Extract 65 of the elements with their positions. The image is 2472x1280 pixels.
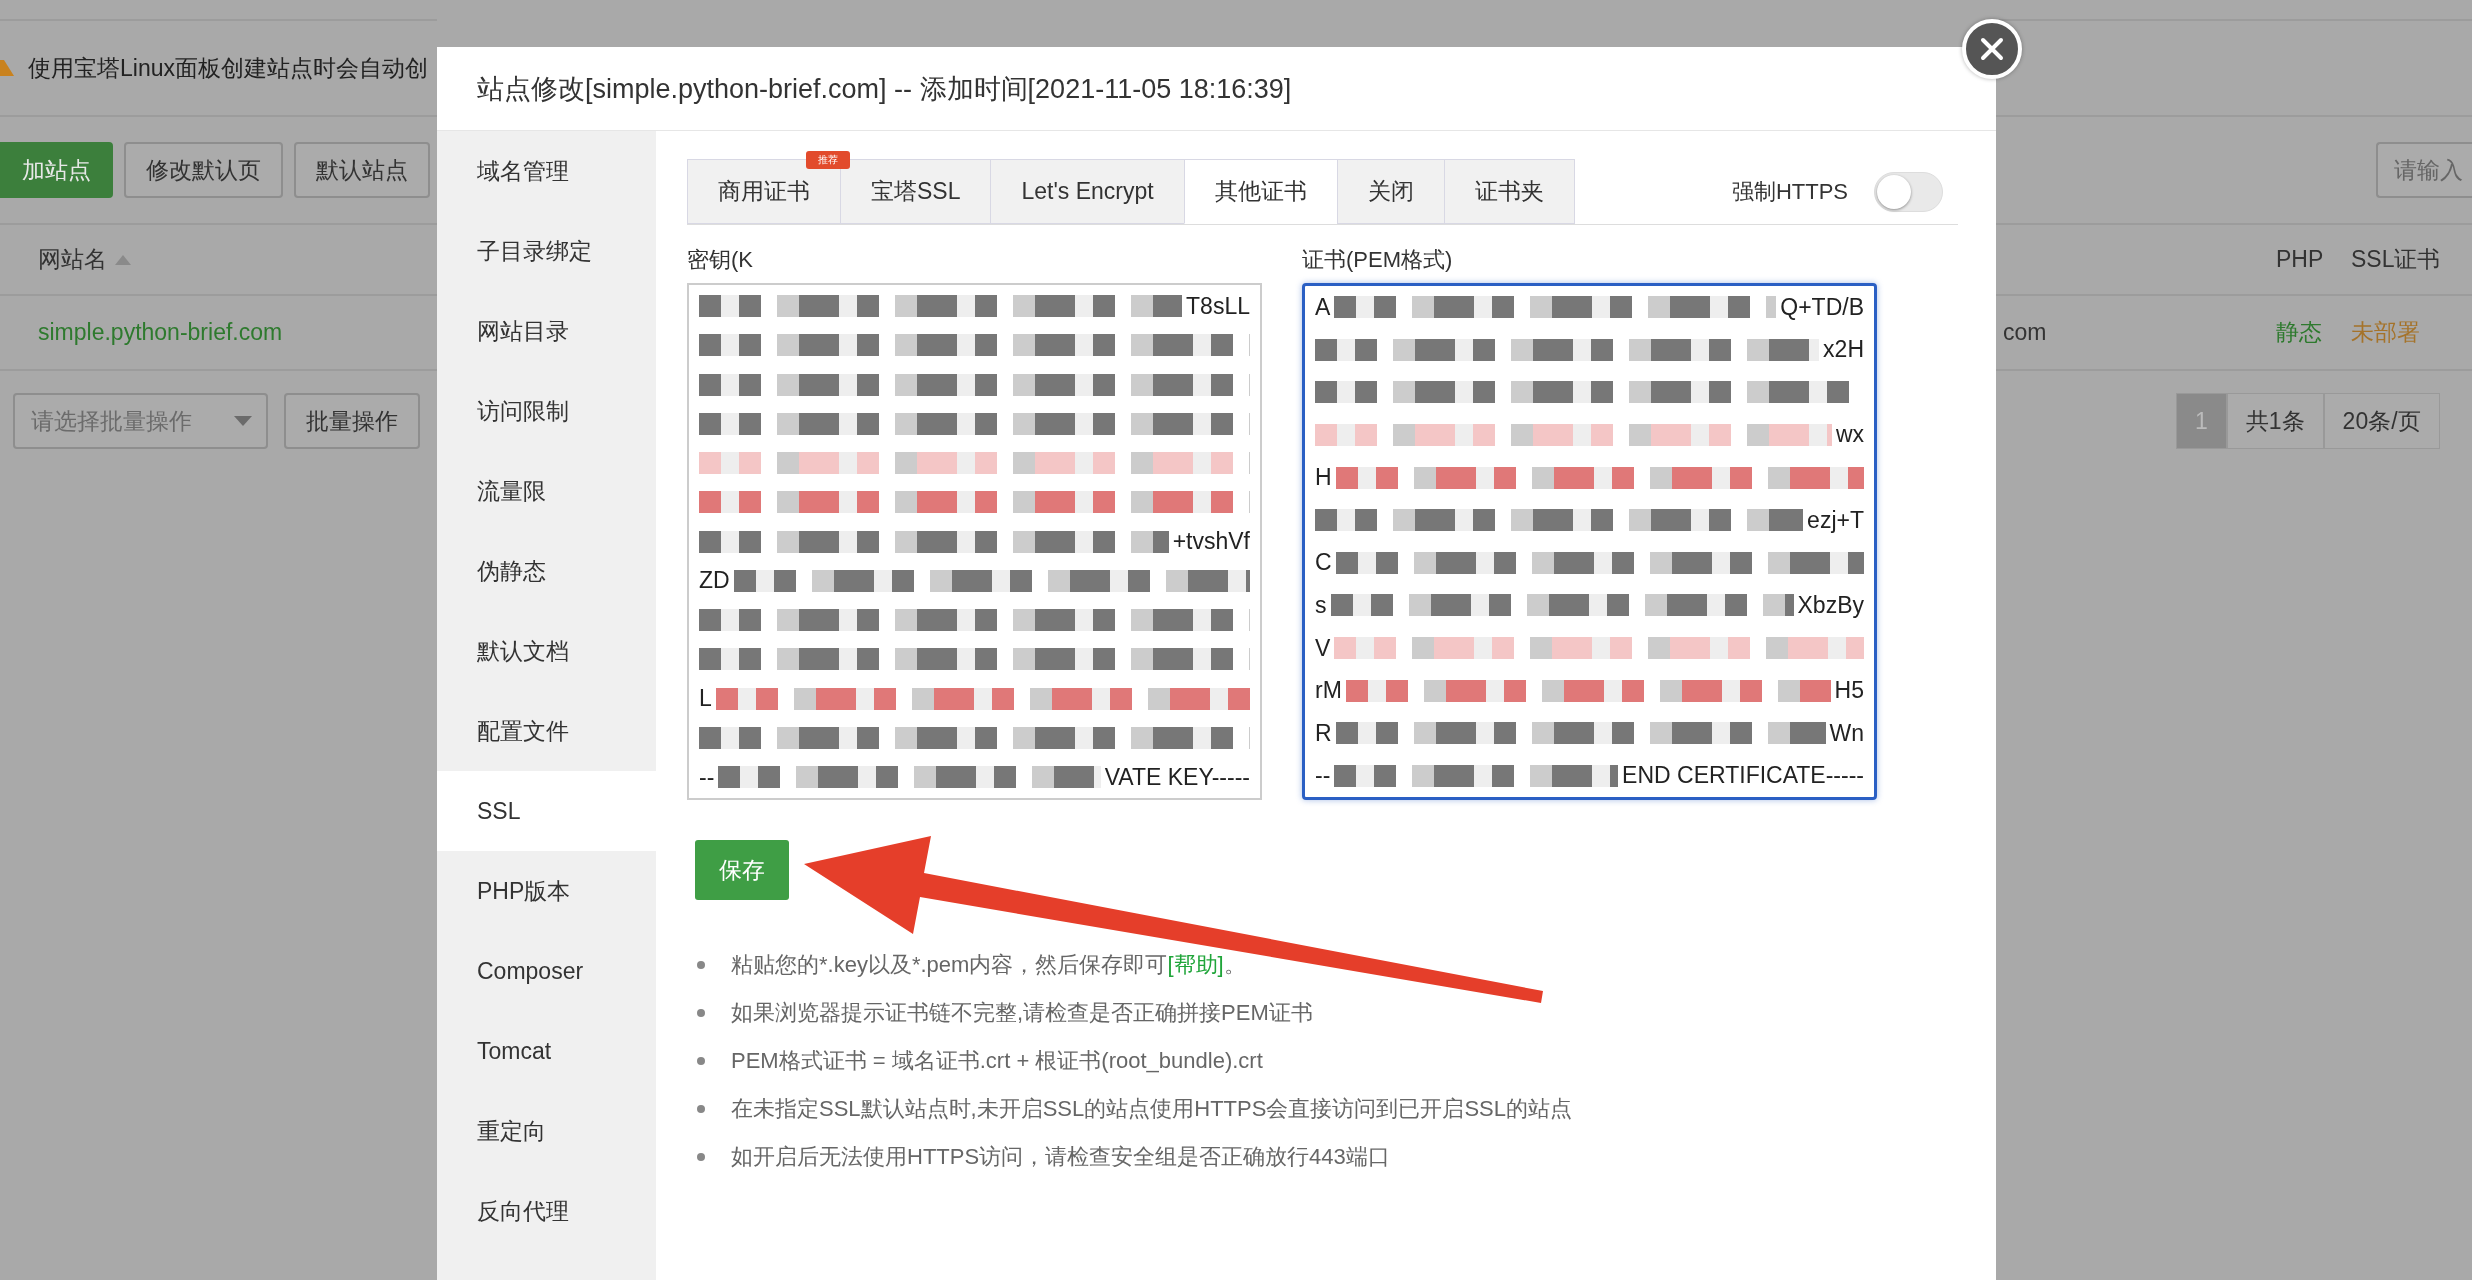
text-fragment: rM: [1315, 677, 1342, 705]
table-cell-text: 静态: [2276, 318, 2323, 347]
tab[interactable]: 其他证书: [1183, 159, 1337, 224]
text-fragment: T8sLL: [1186, 292, 1250, 320]
toolbar-button[interactable]: 修改默认页: [124, 142, 283, 198]
column-header[interactable]: 网站名: [38, 244, 131, 275]
text-fragment: END CERTIFICATE-----: [1622, 762, 1864, 790]
warning-icon: [0, 60, 14, 76]
page-size-select[interactable]: 20条/页: [2323, 393, 2440, 449]
text-fragment: s: [1315, 591, 1327, 619]
textarea[interactable]: A Q+TD/B x2H wx H ezj+T C s XbzBy V rM H5 R Wn -- END CERTIFICATE-----: [1302, 283, 1877, 800]
column-header[interactable]: SSL证书: [2351, 244, 2441, 275]
table-cell-text: 未部署: [2351, 318, 2421, 347]
text-fragment: +tvshVf: [1172, 528, 1250, 555]
total-count: 共1条: [2226, 393, 2324, 449]
close-button[interactable]: [1962, 19, 2022, 79]
tab[interactable]: 证书夹: [1443, 159, 1575, 224]
bullet-icon: [697, 1105, 705, 1113]
tab[interactable]: Let's Encrypt: [990, 159, 1184, 224]
close-icon: [1980, 37, 2004, 61]
text-fragment: wx: [1835, 421, 1864, 449]
text-fragment: ZD: [699, 567, 730, 595]
text-fragment: L: [699, 685, 712, 712]
table-cell-text: com: [2003, 319, 2048, 346]
column-header[interactable]: PHP: [2276, 246, 2351, 273]
caret-icon: [234, 416, 252, 426]
text-fragment: ezj+T: [1807, 506, 1864, 534]
bullet-icon: [697, 1009, 705, 1017]
text-fragment: x2H: [1823, 336, 1864, 364]
notice-text: 使用宝塔Linux面板创建站点时会自动创: [28, 53, 428, 83]
tab[interactable]: 宝塔SSL: [840, 159, 991, 224]
note-text: 如开启后无法使用HTTPS访问，请检查安全组是否正确放行443端口: [731, 1143, 1390, 1171]
field-label: 密钥(K: [687, 246, 754, 274]
dialog-title: 站点修改[simple.python-brief.com] -- 添加时间[2021-11-05 18:16:39]: [477, 72, 1292, 106]
text-fragment: R: [1315, 719, 1332, 747]
text-fragment: Wn: [1829, 719, 1864, 747]
bullet-icon: [697, 961, 705, 969]
batch-button[interactable]: 批量操作: [284, 393, 420, 449]
tab[interactable]: 关闭: [1336, 159, 1444, 224]
toolbar-button[interactable]: 默认站点: [294, 142, 430, 198]
field-label: 证书(PEM格式): [1302, 246, 1454, 274]
text-fragment: C: [1315, 549, 1332, 577]
text-fragment: --: [1315, 762, 1331, 790]
bullet-icon: [697, 1057, 705, 1065]
ribbon-badge: 推荐: [806, 151, 850, 169]
note-text: 在未指定SSL默认站点时,未开启SSL的站点使用HTTPS会直接访问到已开启SSL的站点: [731, 1095, 1572, 1123]
text-fragment: A: [1315, 293, 1331, 321]
textarea[interactable]: T8sLL +tvshVf ZD L -- VATE KEY-----: [687, 283, 1262, 800]
search-field[interactable]: 请输入: [2376, 142, 2472, 198]
bullet-icon: [697, 1153, 705, 1161]
note-text: 如果浏览器提示证书链不完整,请检查是否正确拼接PEM证书: [731, 999, 1313, 1027]
sort-icon: [115, 254, 131, 265]
text-fragment: H5: [1834, 677, 1864, 705]
text-fragment: V: [1315, 634, 1331, 662]
text-fragment: XbzBy: [1797, 591, 1864, 619]
text-fragment: VATE KEY-----: [1104, 763, 1250, 791]
text-fragment: Q+TD/B: [1780, 293, 1864, 321]
sidebar-item[interactable]: SSL: [437, 771, 656, 851]
toggle-label: 强制HTTPS: [1731, 177, 1848, 206]
note-text: 粘贴您的*.key以及*.pem内容，然后保存即可[帮助]。: [731, 951, 1246, 979]
toolbar-button[interactable]: 加站点: [0, 142, 113, 198]
text-fragment: H: [1315, 464, 1332, 491]
note-text: PEM格式证书 = 域名证书.crt + 根证书(root_bundle).crt: [731, 1047, 1263, 1075]
toggle-switch[interactable]: [1874, 171, 1943, 212]
text-fragment: --: [699, 763, 715, 791]
